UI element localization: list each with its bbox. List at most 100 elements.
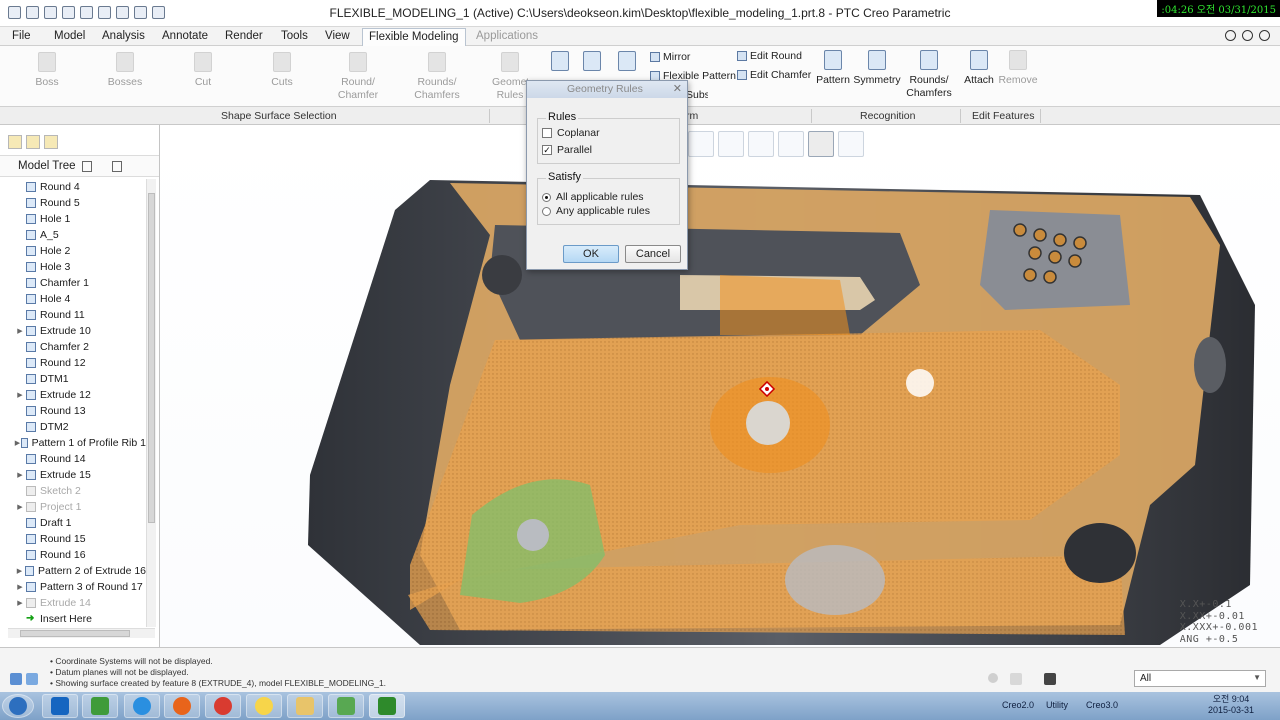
tab-render[interactable]: Render [219, 28, 269, 46]
tray-creo3[interactable]: Creo3.0 [1086, 700, 1118, 710]
tree-item[interactable]: ▶ Project 1 [0, 499, 146, 515]
selected-surface-3[interactable] [720, 275, 850, 335]
tree-item[interactable]: Draft 1 [0, 515, 146, 531]
tree-item[interactable]: Chamfer 1 [0, 275, 146, 291]
display-style-icon[interactable] [718, 131, 744, 157]
tray-creo2[interactable]: Creo2.0 [1002, 700, 1034, 710]
tree-item[interactable]: Chamfer 2 [0, 339, 146, 355]
parallel-checkbox[interactable]: ✓ Parallel [542, 144, 592, 156]
tab-tools[interactable]: Tools [275, 28, 314, 46]
tree-item[interactable]: ▶ Extrude 12 [0, 387, 146, 403]
tree-item[interactable]: ▶ Pattern 1 of Profile Rib 1 [0, 435, 146, 451]
group-transform-partial[interactable]: rm [686, 110, 700, 122]
close-icon[interactable]: ✕ [673, 82, 682, 95]
spin-center-icon[interactable] [808, 131, 834, 157]
tab-analysis[interactable]: Analysis [96, 28, 151, 46]
all-rules-radio-button[interactable] [542, 192, 551, 202]
navigator-toggle-icon[interactable] [10, 673, 22, 685]
browser-toggle-icon[interactable] [26, 673, 38, 685]
symmetry-recognition-button[interactable]: Symmetry [852, 50, 902, 87]
saved-views-icon[interactable] [748, 131, 774, 157]
model-tree-tab-icon[interactable] [8, 135, 22, 149]
tree-item[interactable]: ▶ Extrude 10 [0, 323, 146, 339]
boss-button[interactable]: Boss [32, 52, 62, 89]
attach-button[interactable]: Attach [962, 50, 996, 87]
dialog-title-bar[interactable]: Geometry Rules ✕ [527, 81, 687, 98]
insert-here-marker[interactable]: ➜ Insert Here [0, 611, 146, 627]
tree-item[interactable]: A_5 [0, 227, 146, 243]
remove-button[interactable]: Remove [997, 50, 1039, 87]
expand-arrow-icon[interactable]: ▶ [14, 439, 21, 447]
tree-item[interactable]: Round 4 [0, 179, 146, 195]
tree-item[interactable]: Hole 1 [0, 211, 146, 227]
explorer-taskbar-button[interactable] [287, 694, 323, 718]
tree-item[interactable]: Round 16 [0, 547, 146, 563]
mirror-button[interactable]: Mirror [650, 51, 690, 63]
tab-applications[interactable]: Applications [470, 28, 544, 46]
outlook-taskbar-button[interactable] [42, 694, 78, 718]
tree-item[interactable]: Hole 2 [0, 243, 146, 259]
tree-item[interactable]: DTM1 [0, 371, 146, 387]
ok-button[interactable]: OK [563, 245, 619, 263]
tree-item[interactable]: Hole 4 [0, 291, 146, 307]
expand-arrow-icon[interactable]: ▶ [14, 471, 26, 479]
coplanar-checkbox[interactable]: Coplanar [542, 127, 600, 139]
tree-item[interactable]: ▶ Pattern 3 of Round 17 [0, 579, 146, 595]
tab-flexible-modeling[interactable]: Flexible Modeling [362, 28, 466, 46]
chrome-taskbar-button[interactable] [205, 694, 241, 718]
tree-item[interactable]: ▶ Extrude 15 [0, 467, 146, 483]
round-chamfer-button[interactable]: Round/ Chamfer [334, 52, 382, 102]
all-rules-radio[interactable]: All applicable rules [542, 191, 644, 203]
any-rules-radio[interactable]: Any applicable rules [542, 205, 650, 217]
cut-button[interactable]: Cut [188, 52, 218, 89]
help-icon[interactable] [1242, 30, 1253, 41]
group-recognition[interactable]: Recognition [860, 110, 915, 122]
tree-columns-icon[interactable] [111, 160, 122, 172]
offset-button[interactable] [580, 51, 604, 75]
tab-view[interactable]: View [319, 28, 356, 46]
tree-item[interactable]: Round 15 [0, 531, 146, 547]
favorites-tab-icon[interactable] [44, 135, 58, 149]
start-button[interactable] [2, 694, 34, 718]
creo-active-taskbar-button[interactable] [369, 694, 405, 718]
tree-item[interactable]: Hole 3 [0, 259, 146, 275]
search-icon[interactable] [1225, 30, 1236, 41]
tree-item[interactable]: Round 12 [0, 355, 146, 371]
rounds-chamfers-recognition-button[interactable]: Rounds/ Chamfers [903, 50, 955, 100]
expand-arrow-icon[interactable]: ▶ [14, 599, 26, 607]
graphics-window[interactable]: X.X+-0.1 X.XX+-0.01 X.XXX+-0.001 ANG +-0… [160, 125, 1280, 647]
edit-round-button[interactable]: Edit Round [737, 50, 802, 62]
tree-item[interactable]: Round 11 [0, 307, 146, 323]
tree-horizontal-scrollbar[interactable] [8, 628, 155, 638]
parallel-checkbox-box[interactable]: ✓ [542, 145, 552, 155]
tree-settings-icon[interactable] [81, 160, 92, 172]
firefox-taskbar-button[interactable] [164, 694, 200, 718]
part-model[interactable] [160, 125, 1280, 647]
creo-taskbar-button[interactable] [82, 694, 118, 718]
tab-file[interactable]: File [6, 28, 37, 46]
settings-icon[interactable] [1259, 30, 1270, 41]
tree-item[interactable]: Round 13 [0, 403, 146, 419]
modify-analytic-button[interactable] [615, 51, 639, 75]
group-shape-surface-selection[interactable]: Shape Surface Selection [221, 110, 337, 122]
group-edit-features[interactable]: Edit Features [972, 110, 1034, 122]
tree-item[interactable]: Round 14 [0, 451, 146, 467]
tab-model[interactable]: Model [48, 28, 91, 46]
expand-arrow-icon[interactable]: ▶ [14, 567, 25, 575]
geometry-rules-button[interactable]: Geometry Rules [492, 52, 528, 102]
tree-item[interactable]: DTM2 [0, 419, 146, 435]
tab-annotate[interactable]: Annotate [156, 28, 214, 46]
cancel-button[interactable]: Cancel [625, 245, 681, 263]
expand-arrow-icon[interactable]: ▶ [14, 503, 26, 511]
pattern-recognition-button[interactable]: Pattern [814, 50, 852, 87]
tray-utility[interactable]: Utility [1046, 700, 1068, 710]
move-button[interactable] [547, 51, 573, 75]
creo-schematic-taskbar-button[interactable] [328, 694, 364, 718]
tree-vertical-scrollbar[interactable] [146, 179, 156, 627]
messenger-taskbar-button[interactable] [246, 694, 282, 718]
edit-chamfer-button[interactable]: Edit Chamfer [737, 69, 811, 81]
rounds-chamfers-button[interactable]: Rounds/ Chamfers [411, 52, 463, 102]
selection-filter-icon[interactable] [1044, 673, 1056, 685]
system-clock[interactable]: 오전 9:04 2015-03-31 [1208, 694, 1254, 716]
annotation-display-icon[interactable] [838, 131, 864, 157]
